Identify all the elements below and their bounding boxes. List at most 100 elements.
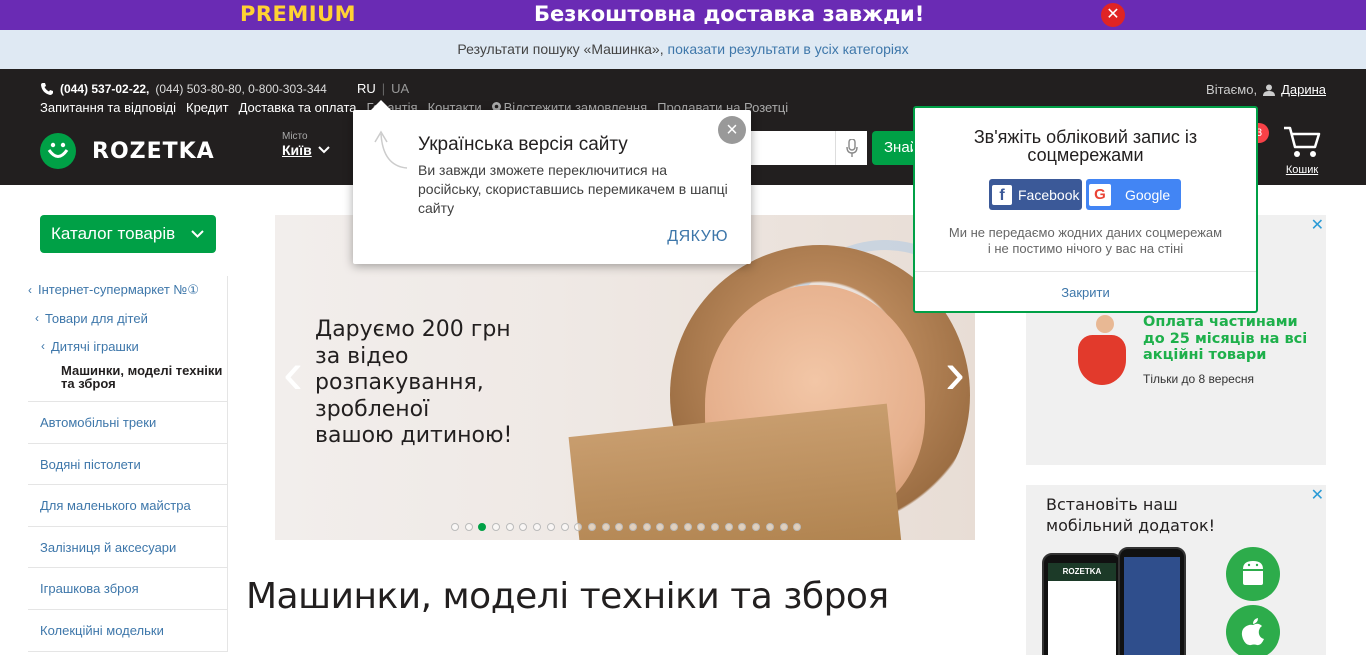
city-label: Місто xyxy=(282,131,308,142)
phone-mockup xyxy=(1118,547,1186,655)
apple-icon xyxy=(1241,618,1264,646)
curved-arrow-icon xyxy=(374,130,408,169)
sidebar-item-water-pistols[interactable]: Водяні пістолети xyxy=(28,444,227,486)
search-button[interactable]: Знайти xyxy=(872,131,918,165)
hero-text-line: Даруємо 200 грн xyxy=(315,317,511,342)
carousel-dot[interactable] xyxy=(505,523,514,531)
sidebar-item-little-master[interactable]: Для маленького майстра xyxy=(28,485,227,527)
carousel-dot[interactable] xyxy=(697,523,706,531)
language-popup-title: Українська версія сайту xyxy=(418,134,628,155)
hero-prev-arrow-icon[interactable]: ‹ xyxy=(283,343,303,403)
carousel-dot[interactable] xyxy=(793,523,802,531)
ad-mobile-app[interactable]: ✕ Встановіть наш мобільний додаток! ROZE… xyxy=(1026,485,1326,655)
carousel-dot[interactable] xyxy=(464,523,473,531)
carousel-dot[interactable] xyxy=(601,523,610,531)
carousel-dot[interactable] xyxy=(560,523,569,531)
carousel-dot[interactable] xyxy=(519,523,528,531)
cart-icon xyxy=(1284,126,1321,157)
carousel-dot[interactable] xyxy=(724,523,733,531)
logo-smile-icon xyxy=(40,133,76,169)
carousel-dot[interactable] xyxy=(711,523,720,531)
nav-credit[interactable]: Кредит xyxy=(186,100,229,115)
phone-numbers[interactable]: (044) 537-02-22, (044) 503-80-80, 0-800-… xyxy=(40,82,327,96)
cart-label: Кошик xyxy=(1285,164,1319,176)
sidebar-item-railway[interactable]: Залізниця й аксесуари xyxy=(28,527,227,569)
breadcrumb-item[interactable]: ‹ Інтернет-супермаркет №① xyxy=(28,276,227,304)
logo[interactable]: ROZETKA xyxy=(40,133,215,169)
carousel-dot[interactable] xyxy=(478,523,487,531)
sidebar-item-collectible-models[interactable]: Колекційні модельки xyxy=(28,610,227,652)
promo-banner[interactable]: PREMIUM Безкоштовна доставка завжди! ✕ xyxy=(0,0,1366,30)
ad-close-icon[interactable]: ✕ xyxy=(1311,215,1324,235)
cart-button[interactable]: Кошик xyxy=(1278,125,1326,176)
chevron-down-icon xyxy=(191,230,204,238)
promo-premium-label: PREMIUM xyxy=(240,2,357,26)
city-selector[interactable]: Місто Київ xyxy=(282,131,330,158)
phone-screen: ROZETKA xyxy=(1048,563,1116,655)
carousel-dot[interactable] xyxy=(615,523,624,531)
ad-title-line: Встановіть наш xyxy=(1046,495,1178,514)
language-switcher: RU | UA xyxy=(357,81,409,96)
apple-store-button[interactable] xyxy=(1226,605,1280,655)
breadcrumb-item[interactable]: ‹ Товари для дітей xyxy=(28,304,227,332)
carousel-dot[interactable] xyxy=(670,523,678,531)
google-label: Google xyxy=(1125,186,1171,203)
carousel-dot[interactable] xyxy=(683,523,692,531)
catalog-button[interactable]: Каталог товарів xyxy=(40,215,216,253)
breadcrumb-label: Товари для дітей xyxy=(45,310,148,326)
user-name-link[interactable]: Дарина xyxy=(1281,82,1326,97)
carousel-dot[interactable] xyxy=(765,523,774,531)
carousel-dot[interactable] xyxy=(738,523,747,531)
ad-installments-subtitle: Тільки до 8 вересня xyxy=(1143,372,1254,386)
carousel-dot[interactable] xyxy=(779,523,788,531)
sidebar-item-toy-weapons[interactable]: Іграшкова зброя xyxy=(28,568,227,610)
hero-next-arrow-icon[interactable]: › xyxy=(945,343,965,403)
carousel-dot[interactable] xyxy=(628,523,637,531)
carousel-dot[interactable] xyxy=(574,523,583,531)
carousel-dot[interactable] xyxy=(752,523,761,531)
lang-ru[interactable]: RU xyxy=(357,81,376,96)
promo-close-icon[interactable]: ✕ xyxy=(1101,3,1125,27)
language-popup-ok-button[interactable]: ДЯКУЮ xyxy=(667,228,728,246)
divider xyxy=(915,271,1256,272)
lang-separator: | xyxy=(381,81,386,96)
facebook-button[interactable]: f Facebook xyxy=(989,179,1082,210)
lang-ua[interactable]: UA xyxy=(391,81,409,96)
microphone-icon xyxy=(845,139,858,157)
carousel-dot[interactable] xyxy=(587,523,596,531)
hero-box-image xyxy=(568,403,902,540)
carousel-dot[interactable] xyxy=(492,523,501,531)
close-icon[interactable]: × xyxy=(718,116,746,144)
search-results-prefix: Результати пошуку «Машинка», xyxy=(457,41,664,57)
carousel-dot[interactable] xyxy=(546,523,555,531)
sidebar-item-car-tracks[interactable]: Автомобільні треки xyxy=(28,402,227,444)
social-link-popup: Зв'яжіть обліковий запис із соцмережами … xyxy=(913,106,1258,313)
chevron-left-icon: ‹ xyxy=(41,339,45,353)
show-all-categories-link[interactable]: показати результати в усіх категоріях xyxy=(668,41,909,57)
carousel-dot[interactable] xyxy=(642,523,651,531)
carousel-dot[interactable] xyxy=(656,523,665,531)
phone-rest: (044) 503-80-80, 0-800-303-344 xyxy=(155,82,327,96)
hero-text-line: за відео розпакування, xyxy=(315,343,484,396)
ad-close-icon[interactable]: ✕ xyxy=(1311,485,1324,505)
google-button[interactable]: G Google xyxy=(1086,179,1181,210)
greeting: Вітаємо, Дарина xyxy=(1206,82,1326,97)
nav-delivery[interactable]: Доставка та оплата xyxy=(239,100,357,115)
social-popup-close-link[interactable]: Закрити xyxy=(915,285,1256,300)
hero-text: Даруємо 200 грн за відео розпакування, з… xyxy=(315,317,575,450)
chevron-left-icon: ‹ xyxy=(35,311,39,325)
nav-faq[interactable]: Запитання та відповіді xyxy=(40,100,176,115)
android-icon xyxy=(1243,561,1263,585)
google-icon: G xyxy=(1089,183,1111,206)
social-popup-note: Ми не передаємо жодних даних соцмережам … xyxy=(915,225,1256,257)
chevron-left-icon: ‹ xyxy=(28,283,32,297)
logo-text: ROZETKA xyxy=(92,138,215,164)
android-store-button[interactable] xyxy=(1226,547,1280,601)
city-value-row: Київ xyxy=(282,142,330,158)
carousel-dot[interactable] xyxy=(533,523,542,531)
greeting-text: Вітаємо, xyxy=(1206,82,1258,97)
voice-search-button[interactable] xyxy=(835,131,867,165)
language-popup: Українська версія сайту Ви завжди зможет… xyxy=(353,100,751,264)
breadcrumb-item[interactable]: ‹ Дитячі іграшки xyxy=(28,332,227,360)
carousel-dot[interactable] xyxy=(451,523,459,531)
